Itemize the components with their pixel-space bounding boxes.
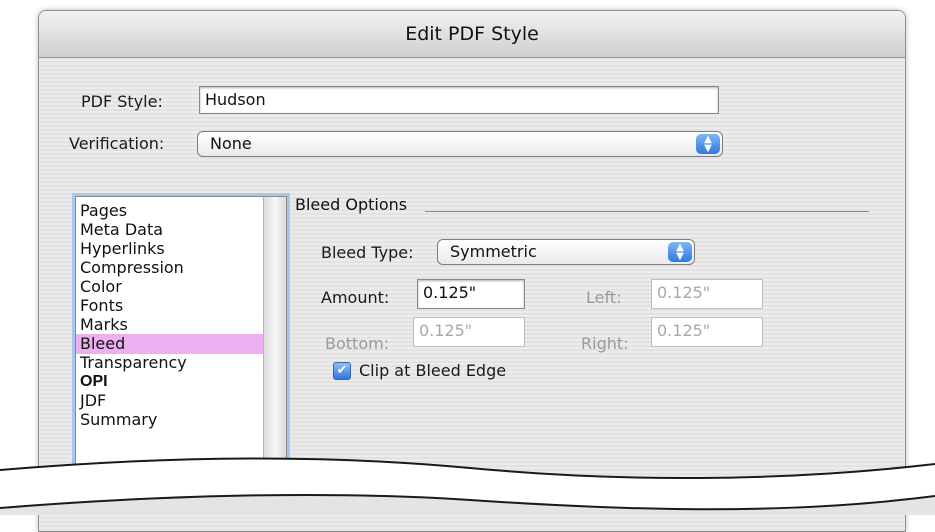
torn-edge-overlay [0, 457, 935, 515]
